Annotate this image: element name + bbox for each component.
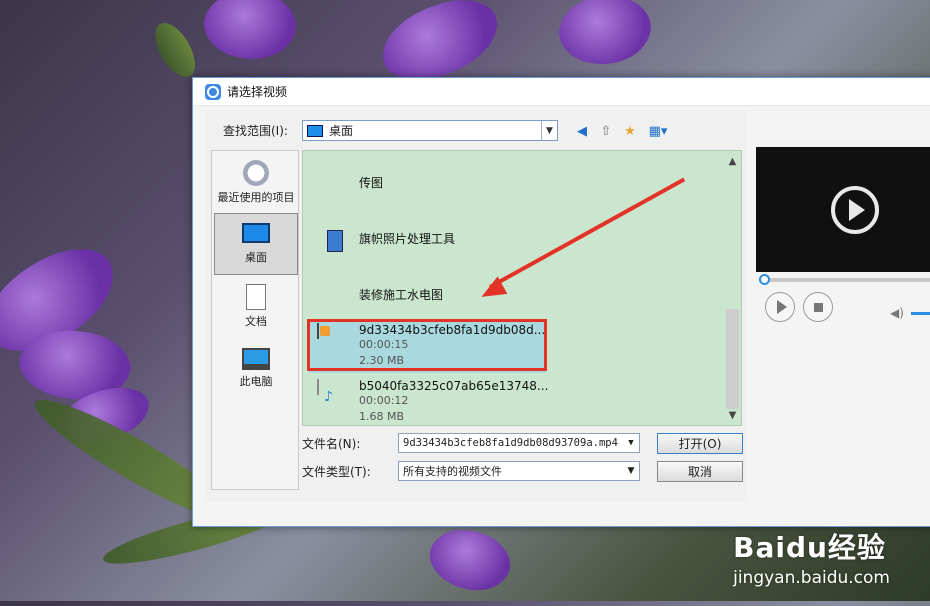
place-computer[interactable]: 此电脑 [214,337,298,399]
place-recent[interactable]: 最近使用的项目 [214,151,298,213]
look-in-label: 查找范围(I): [223,124,288,138]
desktop-icon [242,223,270,243]
filename-label: 文件名(N): [302,436,361,451]
flower-petal [372,0,508,90]
look-in-value: 桌面 [329,124,354,138]
place-label: 桌面 [245,251,267,264]
filetype-value: 所有支持的视频文件 [403,465,502,478]
chevron-down-icon[interactable]: ▼ [623,434,639,452]
play-overlay-icon[interactable] [830,185,879,234]
filetype-label: 文件类型(T): [302,464,371,479]
seek-bar[interactable] [759,274,930,285]
leaf [147,16,203,84]
stop-button[interactable] [803,292,833,322]
scroll-up-icon[interactable]: ▲ [724,153,741,169]
flower-petal [195,0,305,74]
places-bar: 最近使用的项目 桌面 文档 此电脑 [211,150,299,490]
scrollbar[interactable]: ▲ ▼ [724,151,741,425]
window-title: 请选择视频 [227,85,288,99]
open-button[interactable]: 打开(O) [657,433,743,454]
file-duration: 00:00:12 [359,394,409,407]
filetype-row: 文件类型(T): 所有支持的视频文件 ▼ [302,461,640,481]
volume-slider[interactable] [911,312,930,315]
scroll-thumb[interactable] [726,309,739,409]
file-name: 旗帜照片处理工具 [359,231,456,246]
play-button[interactable] [765,292,795,322]
place-label: 文档 [245,314,267,328]
video-preview [756,147,930,272]
flower-petal [554,0,656,73]
dialog-body: 查找范围(I): 桌面 ▼ ◀ ⇧ ★ ▦▾ 最近使用的项目 桌面 文档 此电脑… [205,110,747,502]
highlight-box [307,319,547,371]
back-icon[interactable]: ◀ [573,122,591,140]
list-item[interactable]: 传图 [309,155,719,209]
computer-icon [242,347,270,370]
place-desktop[interactable]: 桌面 [214,213,298,275]
file-name: 传图 [359,175,384,190]
file-list: 传图 旗帜照片处理工具 装修施工水电图 9d33434b3cfeb8fa1d9d… [302,150,742,426]
place-label: 最近使用的项目 [217,190,295,204]
scroll-down-icon[interactable]: ▼ [724,407,741,423]
list-item[interactable]: 旗帜照片处理工具 [309,211,719,265]
list-item[interactable]: b5040fa3325c07ab65e13748... 00:00:12 1.6… [309,375,719,425]
up-folder-icon[interactable]: ⇧ [597,122,615,140]
volume-icon[interactable]: ◀) [890,306,904,320]
seek-knob[interactable] [759,274,770,285]
look-in-row: 查找范围(I): [223,122,303,139]
chevron-down-icon[interactable]: ▼ [623,462,639,480]
filename-row: 文件名(N): 9d33434b3cfeb8fa1d9db08d93709a.m… [302,433,640,453]
recent-icon [243,159,269,186]
watermark-logo: Baidu经验 [733,531,886,564]
place-documents[interactable]: 文档 [214,275,298,337]
file-name: 装修施工水电图 [359,287,444,302]
chevron-down-icon[interactable]: ▼ [541,121,557,140]
view-menu-icon[interactable]: ▦▾ [645,122,671,140]
look-in-combo[interactable]: 桌面 ▼ [302,120,558,141]
filetype-select[interactable]: 所有支持的视频文件 ▼ [398,461,640,481]
cancel-button[interactable]: 取消 [657,461,743,482]
desktop-small-icon [307,124,323,137]
title-bar: 请选择视频 [193,78,930,106]
file-dialog-window: 请选择视频 查找范围(I): 桌面 ▼ ◀ ⇧ ★ ▦▾ 最近使用的项目 桌面 [192,77,930,527]
place-label: 此电脑 [239,374,273,388]
app-icon [205,83,221,100]
baidu-watermark: Baidu经验 jingyan.baidu.com [733,526,890,588]
file-name: b5040fa3325c07ab65e13748... [359,379,549,393]
toolbar: ◀ ⇧ ★ ▦▾ [573,122,671,140]
documents-icon [246,283,266,310]
file-size: 1.68 MB [359,410,405,423]
filename-value: 9d33434b3cfeb8fa1d9db08d93709a.mp4 [403,437,618,449]
new-folder-icon[interactable]: ★ [621,122,639,140]
filename-field[interactable]: 9d33434b3cfeb8fa1d9db08d93709a.mp4 ▼ [398,433,640,453]
watermark-url: jingyan.baidu.com [733,568,890,588]
audio-file-icon [317,379,319,395]
flower-petal [420,514,520,606]
